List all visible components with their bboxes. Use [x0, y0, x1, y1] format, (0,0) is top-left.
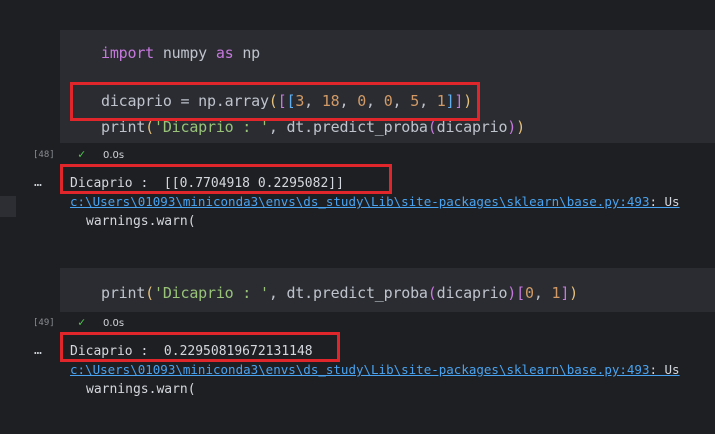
code-line-import[interactable]: import numpy as np [101, 44, 260, 62]
code-bracket: ( [427, 284, 437, 302]
code-bracket: [ [516, 284, 525, 302]
warning-tail-text: : Us [649, 194, 680, 209]
code-token: np [233, 44, 260, 62]
keyword-as: as [215, 44, 234, 62]
code-cell-49[interactable]: print('Dicaprio : ', dt.predict_proba(di… [60, 268, 715, 312]
highlight-box-array [70, 82, 480, 121]
highlight-box-output-2 [60, 332, 340, 362]
output-menu-ellipsis-icon[interactable]: … [34, 343, 42, 358]
success-check-icon: ✓ [78, 147, 86, 161]
highlight-box-output-1 [60, 164, 392, 194]
code-token: numpy [154, 44, 216, 62]
warning-file-link[interactable]: c:\Users\01093\miniconda3\envs\ds_study\… [70, 362, 680, 377]
code-token: , [533, 284, 552, 302]
left-gutter [0, 0, 22, 434]
warning-file-link[interactable]: c:\Users\01093\miniconda3\envs\ds_study\… [70, 194, 680, 209]
code-bracket: ) [507, 284, 517, 302]
code-token: dicaprio [436, 284, 508, 302]
code-token: , dt.predict_proba [268, 284, 428, 302]
execution-time: 0.0s [103, 318, 125, 329]
warning-link-text[interactable]: c:\Users\01093\miniconda3\envs\ds_study\… [70, 194, 649, 209]
code-bracket: ) [507, 118, 517, 136]
success-check-icon: ✓ [78, 315, 86, 329]
code-bracket: ) [569, 284, 579, 302]
warning-text: warnings.warn( [86, 382, 196, 397]
execution-count: [49] [33, 318, 55, 328]
code-string: 'Dicaprio : ' [154, 284, 269, 302]
execution-count: [48] [33, 150, 55, 160]
keyword-import: import [101, 44, 154, 62]
code-line-print-index[interactable]: print('Dicaprio : ', dt.predict_proba(di… [101, 284, 578, 302]
code-token: print [101, 284, 146, 302]
gutter-marker [0, 196, 16, 217]
code-bracket: ] [560, 284, 570, 302]
code-bracket: ( [145, 284, 154, 302]
warning-tail-text: : Us [649, 362, 680, 377]
output-menu-ellipsis-icon[interactable]: … [34, 175, 42, 190]
execution-time: 0.0s [103, 150, 125, 161]
warning-link-text[interactable]: c:\Users\01093\miniconda3\envs\ds_study\… [70, 362, 649, 377]
code-number: 0 [524, 284, 534, 302]
warning-text: warnings.warn( [86, 214, 196, 229]
code-number: 1 [551, 284, 561, 302]
code-bracket: ) [516, 118, 525, 136]
